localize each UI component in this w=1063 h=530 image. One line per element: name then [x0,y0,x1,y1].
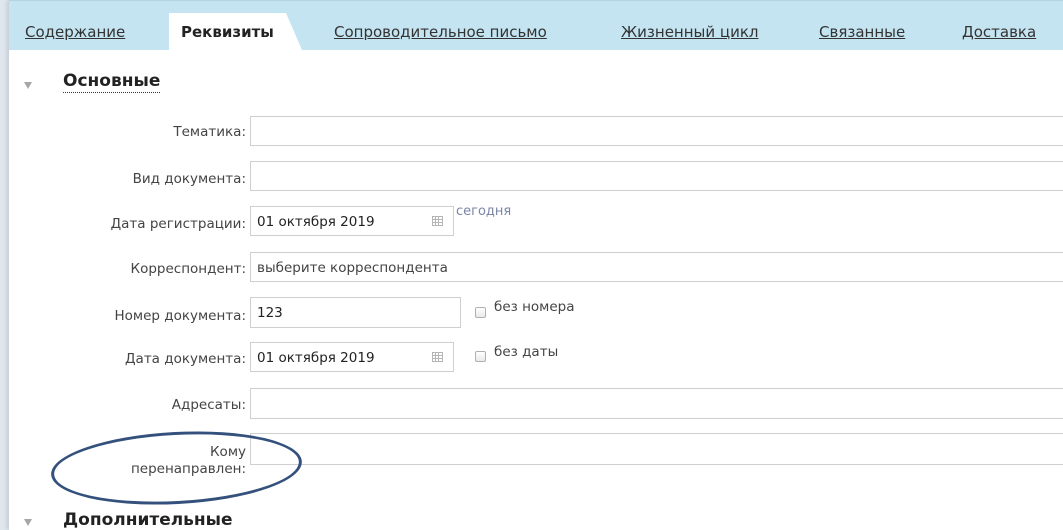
redirected-to-label-line1: Кому [209,444,246,460]
section-extra-header[interactable]: Дополнительные [9,510,409,530]
tab-cover-letter[interactable]: Сопроводительное письмо [334,23,547,41]
section-extra-title[interactable]: Дополнительные [63,510,233,530]
no-number-checkbox[interactable] [475,307,486,318]
tab-related[interactable]: Связанные [819,23,905,41]
doc-number-value: 123 [257,305,283,321]
calendar-icon[interactable] [432,352,443,362]
no-date-label[interactable]: без даты [494,344,558,360]
doc-type-label: Вид документа: [132,171,246,187]
doc-date-label: Дата документа: [125,351,246,367]
reg-date-value: 01 октября 2019 [257,214,375,230]
collapse-triangle-icon[interactable] [24,82,32,89]
tab-bar: Содержание Реквизиты Сопроводительное пи… [9,0,1063,50]
doc-date-field[interactable]: 01 октября 2019 [250,342,454,372]
addressees-field[interactable] [250,388,1063,419]
addressees-label: Адресаты: [171,397,246,413]
section-main-title[interactable]: Основные [63,71,161,93]
reg-date-label: Дата регистрации: [110,216,246,232]
no-number-label[interactable]: без номера [494,299,575,315]
correspondent-field[interactable]: выберите корреспондента [250,252,1063,282]
doc-number-label: Номер документа: [114,308,247,324]
redirected-to-label-line2: перенаправлен: [130,461,246,477]
correspondent-placeholder: выберите корреспондента [257,260,448,276]
tab-requisites[interactable]: Реквизиты [169,13,302,50]
tab-content[interactable]: Содержание [25,23,125,41]
doc-number-field[interactable]: 123 [250,297,461,328]
tab-lifecycle[interactable]: Жизненный цикл [621,23,759,41]
reg-date-field[interactable]: 01 октября 2019 [250,206,454,236]
section-main-header[interactable]: Основные [9,71,409,97]
collapse-triangle-icon[interactable] [24,519,32,526]
subject-field[interactable] [250,116,1063,146]
redirected-to-field[interactable] [250,433,1063,465]
doc-type-field[interactable] [250,161,1063,191]
calendar-icon[interactable] [432,216,443,226]
subject-label: Тематика: [173,124,246,140]
today-link[interactable]: сегодня [456,204,511,219]
tab-delivery[interactable]: Доставка [962,23,1036,41]
document-card: Содержание Реквизиты Сопроводительное пи… [9,0,1063,530]
correspondent-label: Корреспондент: [130,261,246,277]
doc-date-value: 01 октября 2019 [257,350,375,366]
redirected-to-label: Кому перенаправлен: [9,444,246,478]
no-date-checkbox[interactable] [475,351,486,362]
